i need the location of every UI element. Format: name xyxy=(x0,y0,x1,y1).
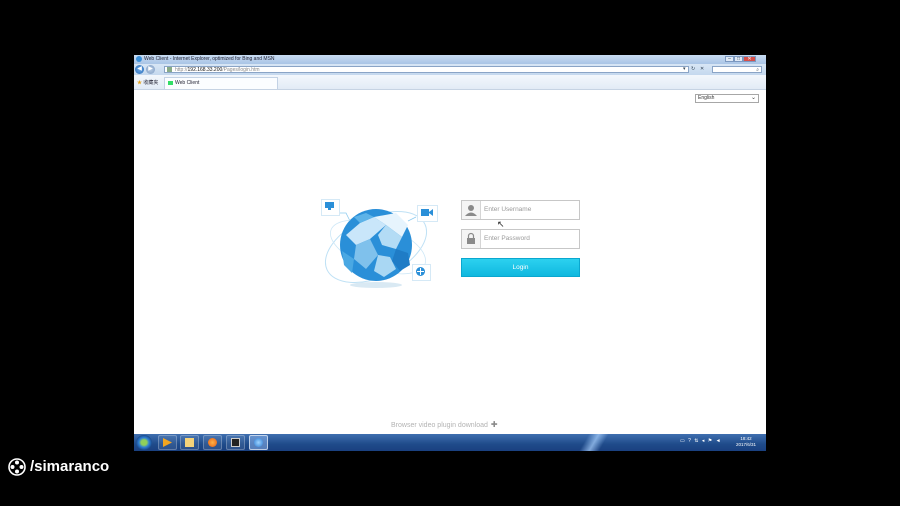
camera-icon-badge xyxy=(417,205,438,222)
arrow-icon: ◂ xyxy=(701,438,706,444)
internet-explorer-taskbar-icon xyxy=(254,438,263,447)
address-bar-row: ◀ ▶ http://192.168.33.200/Pages/login.ht… xyxy=(134,64,766,75)
user-icon xyxy=(462,201,481,219)
refresh-icon[interactable]: ↻ xyxy=(691,66,695,72)
search-input[interactable]: ⌕ xyxy=(712,66,762,73)
taskbar-firefox[interactable] xyxy=(203,435,222,450)
language-selected: English xyxy=(698,95,715,101)
username-placeholder: Enter Username xyxy=(484,206,532,213)
video-app-icon xyxy=(231,438,240,447)
tab-title: Web Client xyxy=(175,80,200,86)
password-placeholder: Enter Password xyxy=(484,235,530,242)
puzzle-piece-icon: ✚ xyxy=(490,420,498,429)
window-title: Web Client - Internet Explorer, optimize… xyxy=(144,56,275,62)
language-select[interactable]: English ⌄ xyxy=(695,94,759,103)
taskbar-video-app[interactable] xyxy=(226,435,245,450)
page-icon xyxy=(167,67,172,72)
favorites-button[interactable]: ★ 收藏夹 xyxy=(137,79,158,86)
chevron-down-icon: ⌄ xyxy=(750,95,756,101)
volume-icon: ◄ xyxy=(715,438,722,444)
username-field[interactable]: Enter Username xyxy=(461,200,580,220)
taskbar-file-manager[interactable] xyxy=(180,435,199,450)
plugin-download-label: Browser video plugin download xyxy=(391,422,488,429)
watermark-text: /simaranco xyxy=(30,458,110,475)
plugin-download-link[interactable]: Browser video plugin download ✚ xyxy=(391,420,498,429)
favorites-bar: ★ 收藏夹 Web Client xyxy=(134,75,766,90)
firefox-icon xyxy=(208,438,217,447)
taskbar-internet-explorer[interactable] xyxy=(249,435,268,450)
login-button[interactable]: Login xyxy=(461,258,580,277)
address-input[interactable]: http://192.168.33.200/Pages/login.htm xyxy=(164,66,689,73)
clock-date: 2017/6/31 xyxy=(735,442,757,447)
folder-icon xyxy=(185,438,194,447)
internet-explorer-icon xyxy=(136,56,142,62)
mouse-pointer-icon: ↖ xyxy=(497,219,505,229)
stop-icon[interactable]: ✕ xyxy=(700,66,704,72)
monitor-icon-badge xyxy=(321,199,340,216)
monitor-icon xyxy=(325,202,334,210)
network-tray-icon: ⇅ xyxy=(694,438,700,444)
video-camera-icon xyxy=(421,209,433,216)
back-button[interactable]: ◀ xyxy=(135,65,144,74)
taskbar-media-player[interactable] xyxy=(158,435,177,450)
forward-button[interactable]: ▶ xyxy=(146,65,155,74)
favorites-label: 收藏夹 xyxy=(143,80,159,86)
web-client-favicon-icon xyxy=(168,80,173,85)
system-clock[interactable]: 18:42 2017/6/31 xyxy=(731,436,761,448)
taskbar-glow xyxy=(574,434,614,451)
password-field[interactable]: Enter Password xyxy=(461,229,580,249)
network-icon xyxy=(416,267,425,276)
address-protocol: http:// xyxy=(175,67,188,73)
address-path: /Pages/login.htm xyxy=(222,67,260,73)
help-icon: ? xyxy=(688,438,692,444)
lock-icon xyxy=(462,230,481,248)
media-player-icon xyxy=(163,438,172,447)
browser-title-bar: Web Client - Internet Explorer, optimize… xyxy=(134,55,766,64)
star-icon: ★ xyxy=(137,80,143,86)
close-button[interactable]: ✕ xyxy=(743,56,756,62)
flag-icon: ⚑ xyxy=(707,438,714,444)
desktop-screen: Web Client - Internet Explorer, optimize… xyxy=(134,55,766,451)
search-icon[interactable]: ⌕ xyxy=(756,67,759,73)
film-reel-icon xyxy=(8,458,26,476)
maximize-button[interactable]: □ xyxy=(734,56,743,62)
windows-taskbar: ▭ ? ⇅ ◂ ⚑ ◄ 18:42 2017/6/31 xyxy=(134,434,766,451)
minimize-button[interactable]: – xyxy=(725,56,734,62)
system-tray[interactable]: ▭ ? ⇅ ◂ ⚑ ◄ xyxy=(680,438,722,444)
keyboard-icon: ▭ xyxy=(680,438,686,444)
start-button[interactable] xyxy=(136,435,152,450)
tab-web-client[interactable]: Web Client xyxy=(164,77,278,89)
network-icon-badge xyxy=(412,264,431,281)
address-host: 192.168.33.200 xyxy=(187,67,223,73)
globe-illustration xyxy=(316,195,438,295)
address-dropdown-icon[interactable]: ▾ xyxy=(683,66,686,72)
